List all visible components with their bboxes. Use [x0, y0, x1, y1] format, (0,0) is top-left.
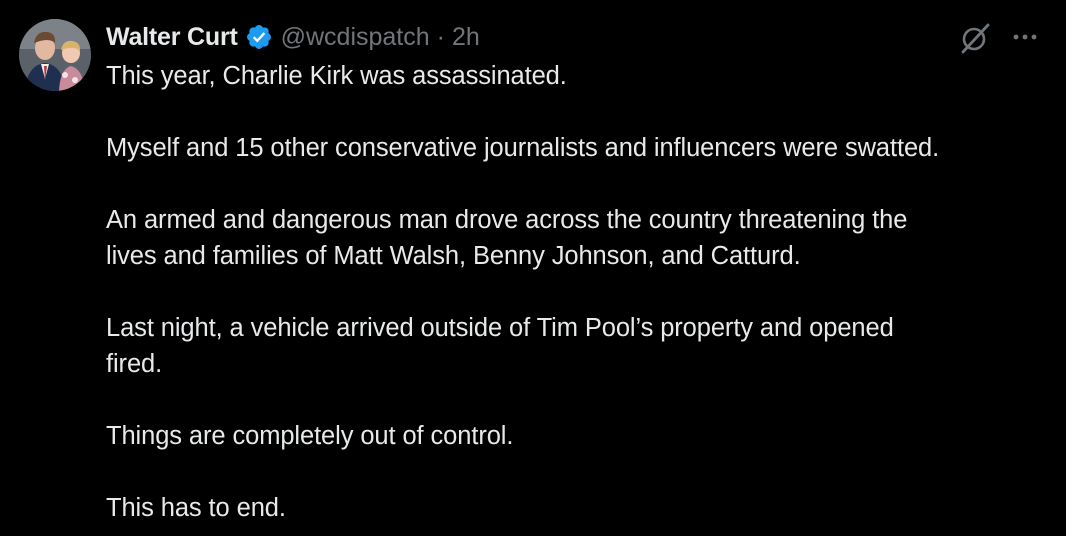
separator-dot: · [436, 22, 445, 51]
tweet-header: Walter Curt @wcdispatch · 2h [106, 20, 480, 54]
verified-badge-icon[interactable] [245, 23, 273, 51]
avatar-image [19, 19, 91, 91]
more-options-icon[interactable] [1010, 22, 1040, 52]
tweet-paragraph: Things are completely out of control. [106, 422, 514, 450]
avatar[interactable] [19, 19, 91, 91]
tweet-paragraph: This year, Charlie Kirk was assassinated… [106, 62, 567, 90]
tweet: Walter Curt @wcdispatch · 2h This year, … [0, 0, 1066, 536]
timestamp[interactable]: 2h [452, 23, 480, 52]
tweet-paragraph: An armed and dangerous man drove across … [106, 206, 908, 270]
author-handle[interactable]: @wcdispatch [281, 23, 430, 52]
tweet-paragraph: Last night, a vehicle arrived outside of… [106, 314, 894, 378]
tweet-body: This year, Charlie Kirk was assassinated… [106, 58, 1046, 526]
author-display-name[interactable]: Walter Curt [106, 23, 238, 52]
tweet-paragraph: Myself and 15 other conservative journal… [106, 134, 940, 162]
tweet-paragraph: This has to end. [106, 494, 286, 522]
grok-icon[interactable] [958, 21, 992, 55]
